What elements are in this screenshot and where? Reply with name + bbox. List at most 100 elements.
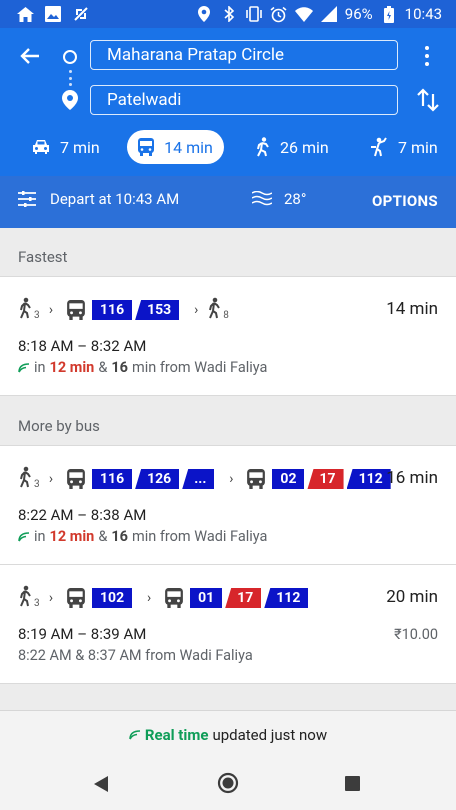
bus-line-badges: 102 <box>92 588 133 608</box>
bus-line-badge: 116 <box>92 469 133 489</box>
tab-walking-time: 26 min <box>280 137 329 157</box>
tab-driving-time: 7 min <box>60 137 100 157</box>
walk-minutes: 8 <box>223 310 229 321</box>
bus-step-icon <box>67 588 85 608</box>
depart-time-button[interactable]: Depart at 10:43 AM <box>18 190 179 208</box>
bus-line-badge: ... <box>182 469 215 489</box>
battery-percent: 96% <box>344 5 373 23</box>
route-steps: 3 › 102 › 01 17 112 <box>18 585 309 611</box>
realtime-prefix: in <box>34 528 46 545</box>
tab-ride-hailing[interactable]: 7 min <box>370 130 438 164</box>
bus-line-badge: 102 <box>92 588 133 608</box>
route-times: 8:22 AM – 8:38 AM <box>18 506 147 524</box>
no-location-icon <box>72 5 90 23</box>
realtime-following: 16 <box>111 359 128 376</box>
route-dots-icon <box>69 70 72 86</box>
route-steps: 3 › 116 126 ... › 02 17 112 <box>18 466 391 492</box>
realtime-next: 12 min <box>49 359 95 376</box>
destination-input[interactable]: Patelwadi <box>90 85 398 115</box>
arrow-back-icon <box>20 48 39 64</box>
nav-recents-button[interactable] <box>345 776 360 791</box>
bus-step-icon <box>67 300 85 320</box>
bus-step-icon <box>67 469 85 489</box>
route-times: 8:18 AM – 8:32 AM <box>18 337 147 355</box>
tab-walking[interactable]: 26 min <box>256 130 329 164</box>
hail-ride-icon <box>371 137 387 157</box>
bus-line-badges: 02 17 112 <box>272 469 391 489</box>
bus-line-badge: 02 <box>272 469 305 489</box>
realtime-amp: & <box>98 359 108 376</box>
options-bar: Depart at 10:43 AM 28° OPTIONS <box>0 176 456 228</box>
swap-vert-icon <box>417 88 439 112</box>
back-button[interactable] <box>16 42 44 70</box>
image-icon <box>44 5 62 23</box>
realtime-icon <box>18 362 30 373</box>
origin-input[interactable]: Maharana Pratap Circle <box>90 40 398 70</box>
tune-icon <box>18 191 36 207</box>
chevron-right-icon: › <box>147 590 152 606</box>
route-schedule: 8:22 AM & 8:37 AM from Wadi Faliya <box>18 647 253 664</box>
realtime-icon <box>18 531 30 542</box>
chevron-right-icon: › <box>194 302 199 318</box>
realtime-amp: & <box>98 528 108 545</box>
realtime-following: 16 <box>111 528 128 545</box>
route-duration: 14 min <box>386 299 438 319</box>
depart-time-label: Depart at 10:43 AM <box>50 190 180 208</box>
route-card-2[interactable]: 3 › 116 126 ... › 02 17 112 16 min 8:22 … <box>0 445 456 565</box>
bus-line-badge: 153 <box>135 300 180 320</box>
route-card-1[interactable]: 3 › 116 153 › 8 14 min 8:18 AM – 8:32 AM… <box>0 276 456 396</box>
vibrate-icon <box>245 5 263 23</box>
bus-line-badges: 116 153 <box>92 300 180 320</box>
route-fare: ₹10.00 <box>394 626 438 643</box>
tab-transit-time: 14 min <box>164 137 213 157</box>
more-options-button[interactable] <box>416 42 438 70</box>
travel-mode-tabs: 7 min 14 min 26 min 7 min <box>0 128 456 168</box>
walk-step-icon: 3 <box>18 466 40 492</box>
realtime-footer: Real time updated just now <box>0 710 456 758</box>
signal-icon <box>320 5 338 23</box>
chevron-right-icon: › <box>48 302 54 318</box>
route-times: 8:19 AM – 8:39 AM <box>18 625 147 643</box>
nav-back-button[interactable] <box>92 774 110 794</box>
section-title-more-by-bus: More by bus <box>0 397 456 445</box>
tab-transit[interactable]: 14 min <box>127 130 224 164</box>
realtime-next: 12 min <box>49 528 95 545</box>
bus-line-badges: 01 17 112 <box>190 588 309 608</box>
status-bar: 96% 10:43 <box>0 0 456 28</box>
destination-pin-icon <box>62 90 78 110</box>
chevron-right-icon: › <box>48 590 54 606</box>
realtime-icon <box>129 729 140 740</box>
route-card-3[interactable]: 3 › 102 › 01 17 112 20 min 8:19 AM – 8:3… <box>0 564 456 684</box>
haze-icon <box>252 191 272 206</box>
weather-info: 28° <box>252 190 306 208</box>
chevron-right-icon: › <box>48 471 54 487</box>
swap-button[interactable] <box>414 86 442 114</box>
directions-header: Maharana Pratap Circle Patelwadi 7 min 1… <box>0 28 456 176</box>
nav-home-button[interactable] <box>217 772 239 794</box>
walk-minutes: 3 <box>34 479 40 490</box>
home-icon <box>16 5 34 23</box>
temperature-label: 28° <box>284 190 307 208</box>
bus-line-badge: 112 <box>264 588 309 608</box>
realtime-departures: in 12 min & 16 min from Wadi Faliya <box>18 528 267 545</box>
updated-label: updated just now <box>212 725 328 744</box>
bus-line-badge: 126 <box>135 469 180 489</box>
chevron-right-icon: › <box>229 471 234 487</box>
bus-line-badge: 112 <box>346 469 391 489</box>
bus-line-badge: 17 <box>307 469 344 489</box>
section-title-fastest: Fastest <box>0 228 456 276</box>
battery-icon <box>380 5 398 23</box>
bluetooth-icon <box>220 5 238 23</box>
walk-step-icon: 8 <box>207 297 229 323</box>
bus-step-icon <box>165 588 183 608</box>
walk-step-icon: 3 <box>18 297 40 323</box>
clock: 10:43 <box>404 5 442 23</box>
bus-step-icon <box>247 469 266 489</box>
options-button[interactable]: OPTIONS <box>372 192 438 210</box>
realtime-suffix: min from Wadi Faliya <box>132 528 268 545</box>
triangle-back-icon <box>94 776 108 792</box>
alarm-icon <box>270 5 288 23</box>
system-nav-bar <box>0 758 456 810</box>
route-duration: 20 min <box>386 587 438 607</box>
tab-driving[interactable]: 7 min <box>32 130 100 164</box>
